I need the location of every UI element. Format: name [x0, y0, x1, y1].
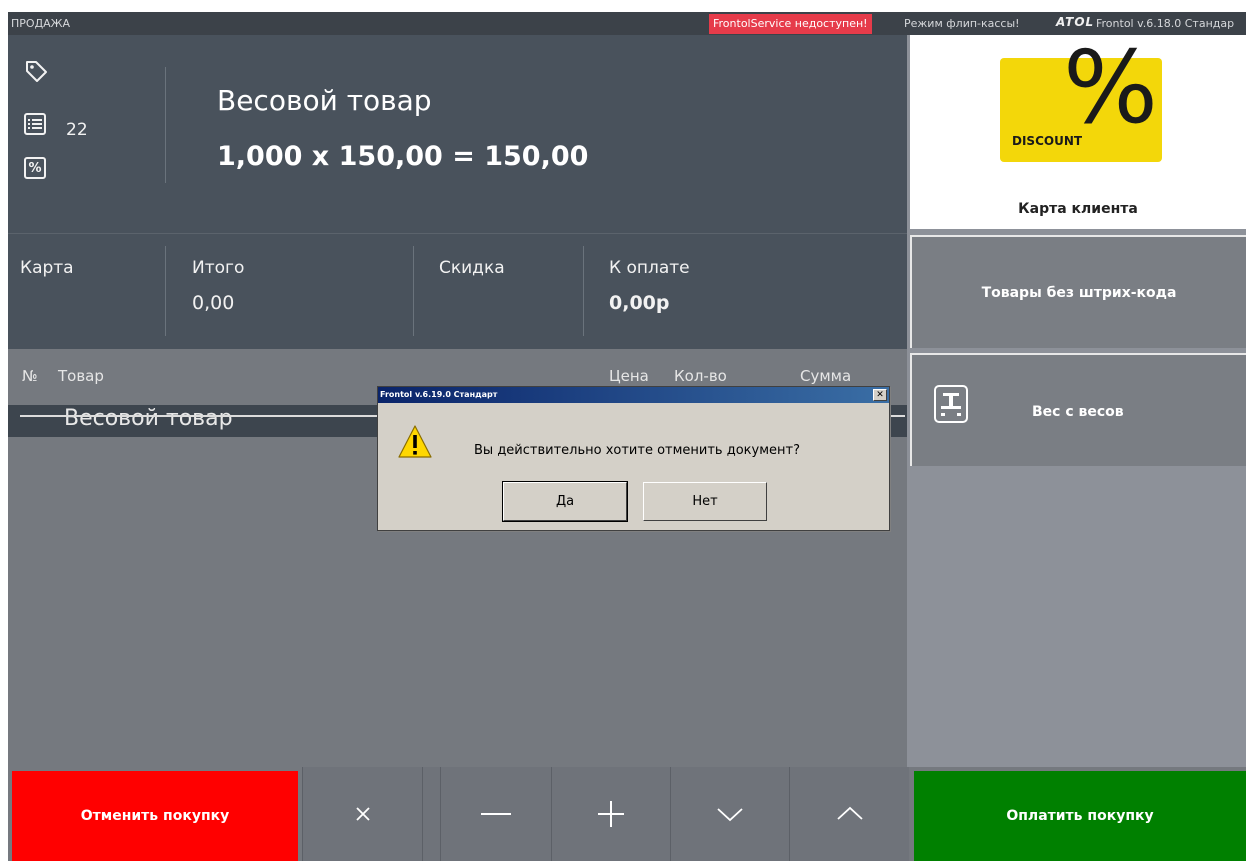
position-count: 22 — [66, 120, 88, 140]
discount-icon[interactable]: % — [24, 157, 48, 181]
divider — [413, 246, 414, 336]
totals-panel: Карта Итого 0,00 Скидка К оплате 0,00р — [8, 233, 907, 349]
cancel-purchase-label: Отменить покупку — [80, 808, 230, 824]
chevron-down-icon — [717, 808, 743, 822]
no-barcode-goods-label: Товары без штрих-кода — [981, 284, 1177, 301]
minus-icon — [481, 813, 511, 815]
cancel-purchase-button[interactable]: Отменить покупку — [12, 771, 298, 861]
service-alert-badge: FrontolService недоступен! — [709, 14, 872, 34]
warning-icon — [397, 424, 433, 464]
plus-icon — [598, 801, 624, 827]
column-header-number: № — [22, 367, 38, 385]
no-button[interactable]: Нет — [643, 482, 767, 521]
bottom-action-bar: Отменить покупку Оплатить покупку — [8, 767, 1246, 861]
column-header-item: Товар — [58, 367, 104, 385]
current-item-panel: 22 % Весовой товар 1,000 x 150,00 = 150,… — [8, 35, 907, 233]
discount-label: Скидка — [439, 258, 505, 278]
current-item-calculation: 1,000 x 150,00 = 150,00 — [217, 141, 589, 172]
row-item-name: Весовой товар — [64, 406, 233, 431]
yes-label: Да — [555, 494, 575, 509]
to-pay-value: 0,00р — [609, 292, 670, 314]
delete-item-button[interactable] — [302, 767, 422, 861]
current-item-name: Весовой товар — [217, 84, 432, 117]
discount-badge-label: DISCOUNT — [1012, 134, 1083, 148]
pay-purchase-button[interactable]: Оплатить покупку — [914, 771, 1246, 861]
discount-card-icon: % DISCOUNT — [1000, 38, 1162, 162]
decrease-quantity-button[interactable] — [440, 767, 551, 861]
percent-symbol: % — [1062, 29, 1158, 146]
no-label: Нет — [692, 494, 718, 509]
divider — [165, 67, 166, 183]
scroll-up-button[interactable] — [789, 767, 909, 861]
divider — [165, 246, 166, 336]
column-header-price: Цена — [609, 367, 649, 385]
tag-icon[interactable] — [24, 59, 48, 83]
divider — [583, 246, 584, 336]
dialog-message: Вы действительно хотите отменить докумен… — [474, 443, 800, 458]
total-value: 0,00 — [192, 292, 235, 314]
button-separator — [422, 767, 440, 861]
card-label: Карта — [20, 258, 74, 278]
receipt-list-icon[interactable] — [24, 113, 48, 137]
no-barcode-goods-button[interactable]: Товары без штрих-кода — [910, 235, 1246, 348]
dialog-title: Frontol v.6.19.0 Стандарт — [378, 387, 889, 403]
to-pay-label: К оплате — [609, 258, 690, 278]
flip-mode-label: Режим флип-кассы! — [904, 17, 1020, 30]
column-header-qty: Кол-во — [674, 367, 727, 385]
pay-purchase-label: Оплатить покупку — [1006, 808, 1154, 824]
scroll-down-button[interactable] — [670, 767, 789, 861]
chevron-up-icon — [836, 806, 863, 820]
column-header-sum: Сумма — [800, 367, 852, 385]
right-panel: % DISCOUNT Карта клиента Товары без штри… — [907, 35, 1246, 861]
weight-from-scales-label: Вес с весов — [1032, 404, 1124, 420]
mode-label: ПРОДАЖА — [11, 17, 71, 30]
weight-from-scales-button[interactable]: Вес с весов — [910, 353, 1246, 466]
client-card-button[interactable]: % DISCOUNT Карта клиента — [910, 35, 1246, 229]
confirm-dialog: Frontol v.6.19.0 Стандарт ✕ Вы действите… — [377, 386, 890, 531]
increase-quantity-button[interactable] — [551, 767, 670, 861]
top-status-bar: ПРОДАЖА FrontolService недоступен! Режим… — [8, 12, 1246, 35]
scales-icon — [934, 385, 968, 423]
close-icon — [355, 807, 370, 821]
total-label: Итого — [192, 258, 245, 278]
atol-logo: ATOL — [1056, 15, 1095, 29]
yes-button[interactable]: Да — [502, 481, 628, 522]
dialog-close-button[interactable]: ✕ — [873, 389, 887, 401]
client-card-label: Карта клиента — [1018, 201, 1138, 217]
